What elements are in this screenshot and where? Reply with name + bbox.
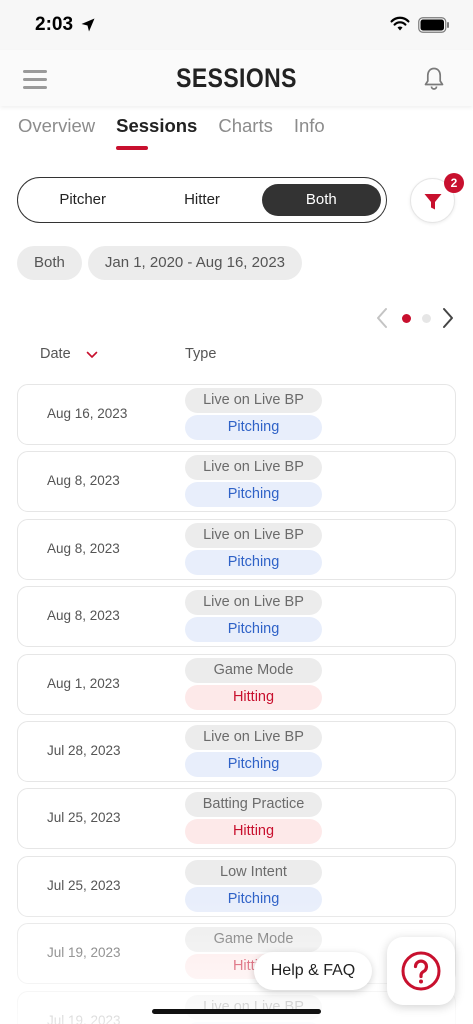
session-kind-pill: Pitching xyxy=(185,751,322,777)
segment-pitcher[interactable]: Pitcher xyxy=(23,184,142,216)
bell-icon[interactable] xyxy=(423,66,445,90)
session-row[interactable]: Aug 1, 2023 Game Mode Hitting xyxy=(17,653,456,715)
session-row[interactable]: Aug 8, 2023 Live on Live BP Pitching xyxy=(17,586,456,648)
session-date: Aug 8, 2023 xyxy=(47,608,120,624)
segment-hitter[interactable]: Hitter xyxy=(142,184,261,216)
active-filter-chips: Both Jan 1, 2020 - Aug 16, 2023 xyxy=(17,246,303,280)
column-header-type: Type xyxy=(185,346,217,362)
battery-icon xyxy=(418,17,449,33)
session-row[interactable]: Aug 8, 2023 Live on Live BP Pitching xyxy=(17,451,456,513)
session-date: Aug 1, 2023 xyxy=(47,675,120,691)
chevron-left-icon[interactable] xyxy=(374,306,390,330)
session-date: Jul 19, 2023 xyxy=(47,1012,121,1024)
funnel-icon xyxy=(424,194,442,210)
session-row[interactable]: Jul 25, 2023 Batting Practice Hitting xyxy=(17,788,456,850)
session-row[interactable]: Aug 16, 2023 Live on Live BP Pitching xyxy=(17,384,456,445)
chip-date-range[interactable]: Jan 1, 2020 - Aug 16, 2023 xyxy=(87,246,303,280)
app-header: SESSIONS xyxy=(0,50,473,106)
session-date: Jul 28, 2023 xyxy=(47,742,121,758)
tab-info[interactable]: Info xyxy=(294,114,325,150)
status-bar: 2:03 xyxy=(0,0,473,50)
location-arrow-icon xyxy=(81,18,95,32)
column-pager xyxy=(374,306,459,330)
session-mode-pill: Game Mode xyxy=(185,657,322,683)
page-dot[interactable] xyxy=(422,314,431,323)
session-date: Aug 8, 2023 xyxy=(47,473,120,489)
session-kind-pill: Hitting xyxy=(185,684,322,710)
session-row[interactable]: Jul 28, 2023 Live on Live BP Pitching xyxy=(17,720,456,782)
session-mode-pill: Batting Practice xyxy=(185,792,322,818)
session-mode-pill: Live on Live BP xyxy=(185,522,322,548)
page-dot-active[interactable] xyxy=(402,314,411,323)
session-mode-pill: Low Intent xyxy=(185,859,322,885)
tab-charts[interactable]: Charts xyxy=(218,114,273,150)
session-kind-pill: Pitching xyxy=(185,549,322,575)
status-time: 2:03 xyxy=(35,14,74,35)
session-kind-pill: Pitching xyxy=(185,415,322,440)
session-kind-pill: Hitting xyxy=(185,819,322,845)
session-mode-pill: Live on Live BP xyxy=(185,724,322,750)
role-segmented-control: Pitcher Hitter Both xyxy=(17,177,387,223)
tab-overview[interactable]: Overview xyxy=(18,114,95,150)
session-mode-pill: Game Mode xyxy=(185,927,322,953)
column-header-date[interactable]: Date xyxy=(40,346,71,362)
filter-button[interactable]: 2 xyxy=(410,173,464,223)
session-kind-pill: Pitching xyxy=(185,617,322,643)
session-mode-pill: Live on Live BP xyxy=(185,455,322,481)
help-faq-button[interactable]: Help & FAQ xyxy=(254,952,372,990)
session-kind-pill: Pitching xyxy=(185,886,322,912)
home-indicator xyxy=(152,1009,321,1014)
session-date: Jul 25, 2023 xyxy=(47,810,121,826)
filter-count-badge: 2 xyxy=(444,173,464,193)
section-tabs: Overview Sessions Charts Info xyxy=(18,114,325,150)
chevron-right-icon[interactable] xyxy=(440,306,456,330)
page-title: SESSIONS xyxy=(176,63,297,93)
session-date: Aug 8, 2023 xyxy=(47,540,120,556)
session-date: Jul 25, 2023 xyxy=(47,877,121,893)
session-row[interactable]: Jul 25, 2023 Low Intent Pitching xyxy=(17,855,456,917)
chevron-down-icon[interactable] xyxy=(86,350,98,360)
tab-sessions[interactable]: Sessions xyxy=(116,114,197,150)
session-mode-pill: Live on Live BP xyxy=(185,388,322,413)
session-mode-pill: Live on Live BP xyxy=(185,994,322,1020)
help-button[interactable] xyxy=(387,937,455,1005)
session-date: Jul 19, 2023 xyxy=(47,945,121,961)
session-kind-pill: Pitching xyxy=(185,482,322,508)
segment-both[interactable]: Both xyxy=(261,184,381,216)
wifi-icon xyxy=(390,16,410,31)
chip-role-filter[interactable]: Both xyxy=(17,246,82,280)
session-list: Aug 16, 2023 Live on Live BP Pitching Au… xyxy=(17,384,456,1024)
question-circle-icon xyxy=(401,951,441,991)
session-date: Aug 16, 2023 xyxy=(47,406,128,421)
session-row[interactable]: Aug 8, 2023 Live on Live BP Pitching xyxy=(17,518,456,580)
session-mode-pill: Live on Live BP xyxy=(185,590,322,616)
